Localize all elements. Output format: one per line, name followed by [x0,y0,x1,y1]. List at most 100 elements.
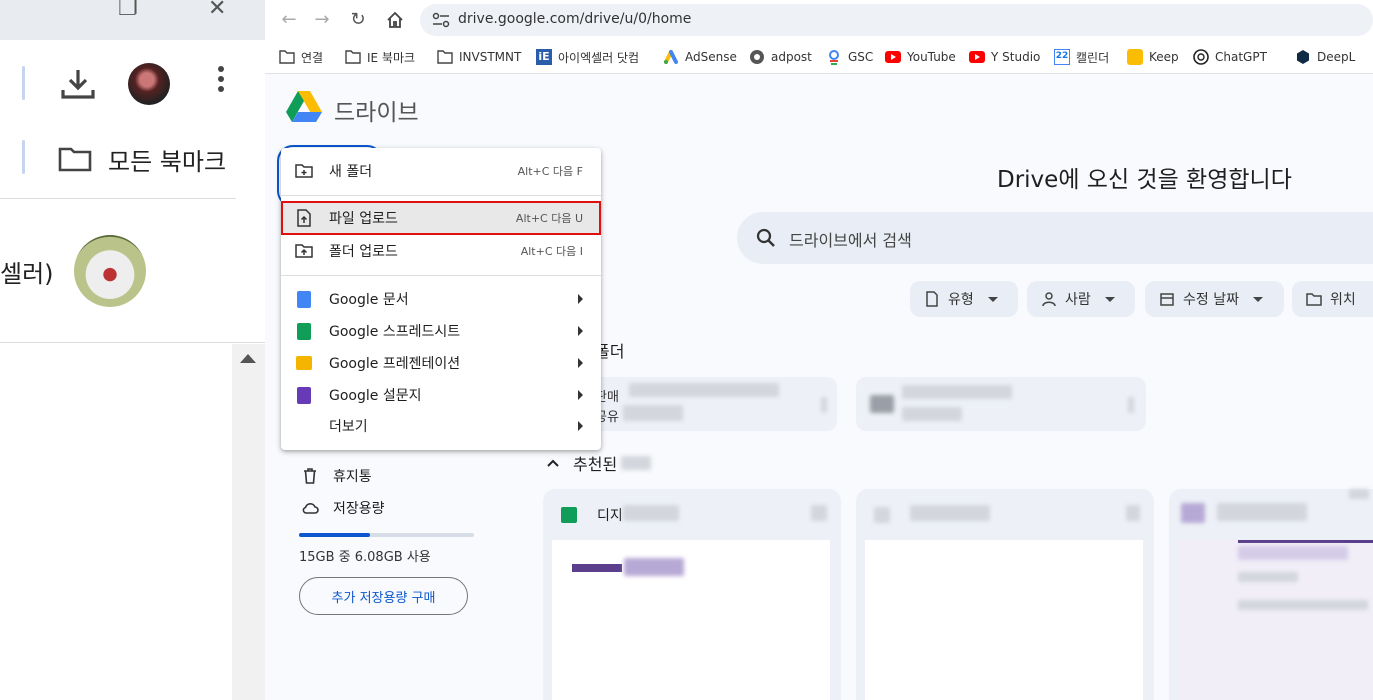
menu-item-google-slides[interactable]: Google 프레젠테이션 [281,347,601,379]
bookmark-label: INVSTMNT [459,50,522,64]
keep-icon [1127,49,1143,65]
filter-location-chip[interactable]: 위치 [1292,281,1373,317]
bookmark-item[interactable]: 22 캘린더 [1054,48,1109,66]
google-sheets-icon [297,322,311,340]
sidebar-item-storage[interactable]: 저장용량 [301,496,385,520]
redacted-icon [1181,503,1205,523]
bookmark-item[interactable]: GSC [826,48,873,66]
menu-item-google-sheets[interactable]: Google 스프레드시트 [281,315,601,347]
scroll-up-arrow-icon[interactable] [240,354,256,363]
back-arrow-icon[interactable]: ← [279,10,299,30]
adsense-icon [664,50,678,64]
more-options-icon[interactable] [1128,397,1134,413]
redacted-text [1238,600,1368,610]
thumbnail-header-bar [572,564,622,572]
drive-header: 드라이브 [265,75,1373,141]
person-icon [1042,292,1056,307]
submenu-arrow-icon [578,421,583,431]
bookmark-label: IE 북마크 [367,50,416,65]
filter-modified-chip[interactable]: 수정 날짜 [1145,281,1284,317]
more-menu-icon[interactable] [212,62,230,104]
home-icon[interactable] [385,10,405,30]
filter-people-chip[interactable]: 사람 [1027,281,1135,317]
bookmark-item[interactable]: IE 북마크 [345,48,415,66]
restore-window-icon[interactable]: ❐ [118,0,138,21]
new-item-menu: 새 폴더 Alt+C 다음 F 파일 업로드 Alt+C 다음 U 폴더 업로드… [281,148,601,450]
menu-item-label: 더보기 [329,419,368,435]
folder-icon [345,50,361,64]
redacted-text [1217,503,1307,521]
scrollbar[interactable] [232,344,265,700]
menu-item-more[interactable]: 더보기 [281,410,601,442]
menu-item-google-docs[interactable]: Google 문서 [281,283,601,315]
all-bookmarks-item[interactable]: 모든 북마크 [0,130,265,184]
address-bar[interactable]: drive.google.com/drive/u/0/home [420,4,1373,36]
google-slides-icon [296,356,312,370]
menu-item-google-forms[interactable]: Google 설문지 [281,379,601,411]
bookmark-item[interactable]: adpost [749,48,812,66]
file-card[interactable] [856,489,1154,700]
bookmark-label: 아이엑셀러 닷컴 [558,50,640,65]
adpost-icon [750,50,764,64]
google-sheets-icon [561,507,577,523]
sidebar-item-trash[interactable]: 휴지통 [301,464,372,488]
close-window-icon[interactable]: ✕ [208,0,226,21]
drive-search-bar[interactable]: 드라이브에서 검색 [737,212,1373,264]
profile-avatar[interactable] [128,63,170,105]
redacted-text [624,558,684,576]
bookmark-item[interactable]: DeepL [1295,48,1355,66]
background-window-titlebar: ❐ ✕ [0,0,265,40]
bookmark-item[interactable]: Y Studio [969,48,1040,66]
file-card[interactable] [1169,489,1373,700]
menu-item-label: 폴더 업로드 [329,244,398,260]
bookmark-label: Y Studio [991,50,1041,64]
menu-item-label: Google 설문지 [329,388,422,404]
ie-icon: iE [536,49,552,65]
more-options-icon[interactable] [1349,489,1369,499]
recommended-section-header[interactable]: 추천된 [547,451,652,475]
redacted-text [910,505,990,521]
redacted-icon [874,507,890,523]
bookmark-item[interactable]: iE 아이엑셀러 닷컴 [536,48,639,66]
divider [0,198,236,199]
submenu-arrow-icon [578,294,583,304]
folder-icon [58,147,92,172]
more-options-icon[interactable] [1126,505,1140,521]
gsc-icon [829,50,839,65]
all-bookmarks-label: 모든 북마크 [108,148,227,176]
chatgpt-icon [1193,49,1209,65]
filter-type-chip[interactable]: 유형 [910,281,1018,317]
menu-item-label: 새 폴더 [329,164,373,180]
more-options-icon[interactable] [811,505,827,521]
bookmark-item[interactable]: 연결 [279,48,323,66]
bookmark-item[interactable]: ChatGPT [1193,48,1267,66]
trash-icon [304,468,316,484]
folder-card[interactable] [856,377,1146,431]
download-icon[interactable] [58,64,98,104]
more-options-icon[interactable] [821,397,827,413]
menu-item-shortcut: Alt+C 다음 F [517,165,583,178]
filter-location-label: 위치 [1330,292,1356,308]
calendar-icon [1160,293,1174,306]
file-icon [926,291,938,307]
redacted-text [623,505,679,521]
menu-item-new-folder[interactable]: 새 폴더 Alt+C 다음 F [281,155,601,187]
folder-icon [1306,293,1322,306]
bookmark-item[interactable]: INVSTMNT [437,48,521,66]
menu-item-label: Google 스프레드시트 [329,324,461,340]
redacted-text [902,407,962,421]
reload-icon[interactable]: ↻ [348,10,368,30]
site-settings-icon[interactable] [432,12,450,28]
forward-arrow-icon[interactable]: → [312,10,332,30]
bookmark-item[interactable]: AdSense [663,48,737,66]
bookmark-item[interactable]: YouTube [885,48,956,66]
menu-item-folder-upload[interactable]: 폴더 업로드 Alt+C 다음 I [281,235,601,267]
bookmark-label: GSC [848,50,874,64]
bookmark-item[interactable]: Keep [1127,48,1179,66]
google-drive-logo-icon[interactable] [285,90,323,124]
dropdown-caret-icon [1104,296,1115,302]
file-card[interactable]: 디지 [543,489,841,700]
buy-storage-button[interactable]: 추가 저장용량 구매 [299,577,468,615]
folder-icon [437,50,453,64]
search-placeholder: 드라이브에서 검색 [789,231,912,250]
